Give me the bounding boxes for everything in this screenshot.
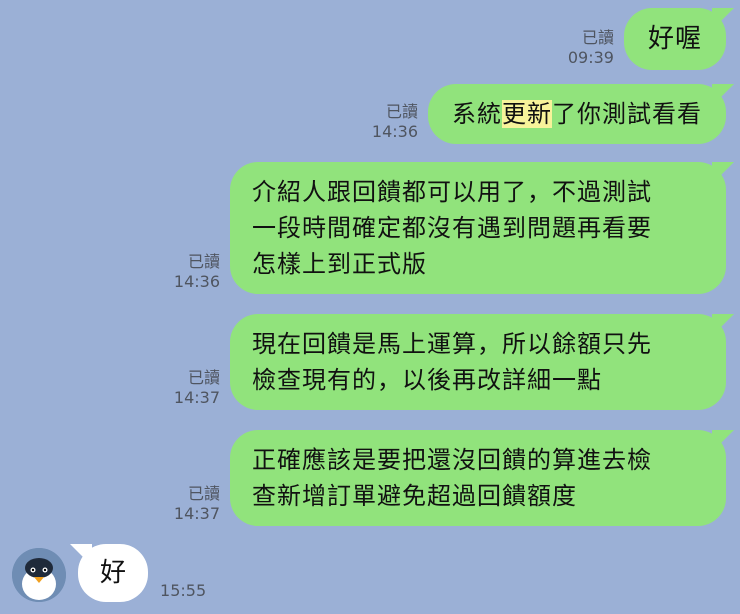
message-text: 好喔 — [647, 24, 702, 54]
message-row: 已讀 14:36 系統更新了你測試看看 — [372, 84, 726, 144]
message-time: 14:36 — [371, 122, 418, 141]
message-time: 14:37 — [173, 388, 220, 407]
read-status: 已讀 — [187, 368, 220, 387]
message-bubble[interactable]: 好喔 — [623, 8, 726, 70]
penguin-avatar-icon[interactable] — [12, 548, 66, 602]
read-status: 已讀 — [187, 484, 220, 503]
read-status: 已讀 — [187, 252, 220, 271]
message-line: 一段時間確定都沒有遇到問題再看要 — [252, 214, 652, 242]
read-status: 已讀 — [385, 102, 418, 121]
incoming-message-row: 好 15:55 — [12, 544, 206, 602]
message-bubble[interactable]: 現在回饋是馬上運算，所以餘額只先 檢查現有的，以後再改詳細一點 — [230, 314, 726, 410]
message-time: 14:36 — [173, 272, 220, 291]
message-meta: 已讀 14:37 — [174, 368, 220, 408]
message-meta: 已讀 14:36 — [372, 102, 418, 142]
message-time: 09:39 — [567, 48, 614, 67]
message-meta: 已讀 14:37 — [174, 484, 220, 524]
message-line: 正確應該是要把還沒回饋的算進去檢 — [252, 446, 652, 474]
message-row: 已讀 09:39 好喔 — [568, 8, 726, 70]
incoming-message-bubble[interactable]: 好 — [78, 544, 149, 602]
message-meta: 已讀 14:36 — [174, 252, 220, 292]
message-bubble[interactable]: 系統更新了你測試看看 — [428, 84, 726, 144]
message-bubble[interactable]: 正確應該是要把還沒回饋的算進去檢 查新增訂單避免超過回饋額度 — [230, 430, 726, 526]
message-row: 已讀 14:36 介紹人跟回饋都可以用了，不過測試 一段時間確定都沒有遇到問題再… — [174, 162, 726, 294]
message-line: 怎樣上到正式版 — [252, 250, 427, 278]
incoming-message-text: 好 — [100, 558, 127, 588]
message-text-part: 了你測試看看 — [552, 100, 702, 128]
message-line: 查新增訂單避免超過回饋額度 — [252, 482, 577, 510]
highlighted-text: 更新 — [502, 100, 552, 128]
message-line: 介紹人跟回饋都可以用了，不過測試 — [252, 178, 652, 206]
message-meta: 已讀 09:39 — [568, 28, 614, 68]
message-row: 已讀 14:37 正確應該是要把還沒回饋的算進去檢 查新增訂單避免超過回饋額度 — [174, 430, 726, 526]
message-bubble[interactable]: 介紹人跟回饋都可以用了，不過測試 一段時間確定都沒有遇到問題再看要 怎樣上到正式… — [230, 162, 726, 294]
message-text-part: 系統 — [452, 100, 502, 128]
read-status: 已讀 — [581, 28, 614, 47]
message-row: 已讀 14:37 現在回饋是馬上運算，所以餘額只先 檢查現有的，以後再改詳細一點 — [174, 314, 726, 410]
message-line: 現在回饋是馬上運算，所以餘額只先 — [252, 330, 652, 358]
incoming-message-time: 15:55 — [160, 581, 207, 600]
message-line: 檢查現有的，以後再改詳細一點 — [252, 366, 602, 394]
message-time: 14:37 — [173, 504, 220, 523]
